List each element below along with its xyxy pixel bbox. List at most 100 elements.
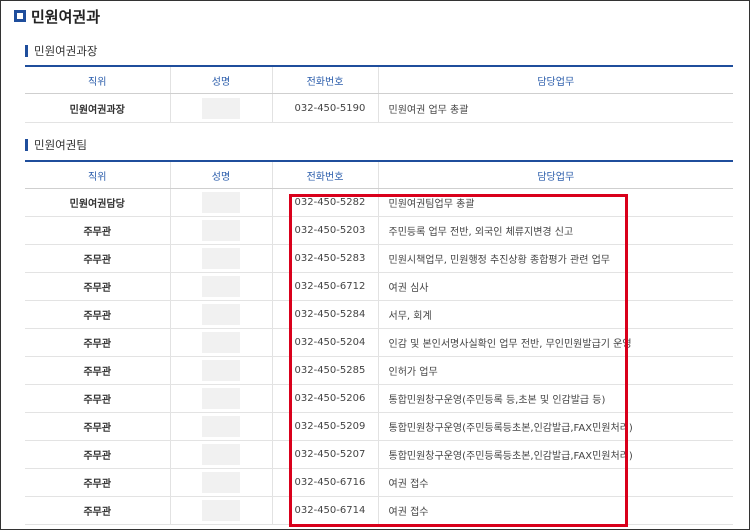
redacted-name (202, 332, 240, 353)
table-row: 주무관 032-450-5285 인허가 업무 (25, 356, 733, 385)
phone-cell: 032-450-5283 (271, 244, 378, 273)
duty-cell: 민원여권 업무 총괄 (377, 93, 733, 123)
position-cell: 민원여권과장 (25, 93, 170, 123)
phone-cell: 032-450-5207 (271, 440, 378, 469)
page-frame: 민원여권과 민원여권과장 직위 성명 전화번호 담당업무 민원여권과장 032-… (0, 0, 750, 530)
position-cell: 주무관 (25, 468, 170, 497)
table-row: 주무관 032-450-5204 인감 및 본인서명사실확인 업무 전반, 무인… (25, 328, 733, 357)
redacted-name (202, 500, 240, 521)
name-cell (169, 216, 272, 245)
duty-cell: 통합민원창구운영(주민등록등초본,인감발급,FAX민원처리) (377, 412, 733, 441)
phone-cell: 032-450-5284 (271, 300, 378, 329)
phone-cell: 032-450-5209 (271, 412, 378, 441)
position-cell: 주무관 (25, 356, 170, 385)
square-bullet-icon (14, 10, 26, 22)
section-heading-text: 민원여권과장 (34, 44, 98, 58)
page-title-text: 민원여권과 (31, 7, 101, 26)
col-header-name: 성명 (169, 66, 272, 94)
redacted-name (202, 97, 240, 119)
director-table: 직위 성명 전화번호 담당업무 민원여권과장 032-450-5190 민원여권… (25, 65, 733, 123)
page-title: 민원여권과 (14, 6, 100, 26)
redacted-name (202, 248, 240, 269)
col-header-position: 직위 (25, 66, 170, 94)
table-header-row: 직위 성명 전화번호 담당업무 (25, 66, 733, 94)
table-row: 민원여권담당 032-450-5282 민원여권팀업무 총괄 (25, 188, 733, 217)
heading-bar-icon (25, 45, 28, 57)
position-cell: 주무관 (25, 300, 170, 329)
section-heading-team: 민원여권팀 (25, 137, 87, 153)
duty-cell: 통합민원창구운영(주민등록 등,초본 및 인감발급 등) (377, 384, 733, 413)
section-heading-director: 민원여권과장 (25, 43, 97, 59)
redacted-name (202, 416, 240, 437)
col-header-name: 성명 (169, 161, 272, 189)
phone-cell: 032-450-5282 (271, 188, 378, 217)
table-row: 주무관 032-450-5203 주민등록 업무 전반, 외국인 체류지변경 신… (25, 216, 733, 245)
duty-cell: 여권 접수 (377, 468, 733, 497)
duty-cell: 여권 접수 (377, 496, 733, 525)
position-cell: 주무관 (25, 440, 170, 469)
redacted-name (202, 220, 240, 241)
name-cell (169, 384, 272, 413)
redacted-name (202, 304, 240, 325)
name-cell (169, 93, 272, 123)
position-cell: 주무관 (25, 272, 170, 301)
table-header-row: 직위 성명 전화번호 담당업무 (25, 161, 733, 189)
table-row: 주무관 032-450-5283 민원시책업무, 민원행정 추진상황 종합평가 … (25, 244, 733, 273)
position-cell: 민원여권담당 (25, 188, 170, 217)
name-cell (169, 272, 272, 301)
position-cell: 주무관 (25, 384, 170, 413)
table-row: 주무관 032-450-5206 통합민원창구운영(주민등록 등,초본 및 인감… (25, 384, 733, 413)
duty-cell: 민원시책업무, 민원행정 추진상황 종합평가 관련 업무 (377, 244, 733, 273)
position-cell: 주무관 (25, 412, 170, 441)
col-header-duty: 담당업무 (377, 161, 733, 189)
redacted-name (202, 276, 240, 297)
table-row: 주무관 032-450-6714 여권 접수 (25, 496, 733, 525)
col-header-phone: 전화번호 (271, 66, 378, 94)
duty-cell: 인감 및 본인서명사실확인 업무 전반, 무인민원발급기 운영 (377, 328, 733, 357)
phone-cell: 032-450-5190 (271, 93, 378, 123)
table-row: 주무관 032-450-5209 통합민원창구운영(주민등록등초본,인감발급,F… (25, 412, 733, 441)
name-cell (169, 300, 272, 329)
phone-cell: 032-450-6714 (271, 496, 378, 525)
col-header-phone: 전화번호 (271, 161, 378, 189)
duty-cell: 인허가 업무 (377, 356, 733, 385)
table-row: 주무관 032-450-6716 여권 접수 (25, 468, 733, 497)
name-cell (169, 328, 272, 357)
duty-cell: 서무, 회계 (377, 300, 733, 329)
phone-cell: 032-450-6716 (271, 468, 378, 497)
table-row: 주무관 032-450-6712 여권 심사 (25, 272, 733, 301)
name-cell (169, 496, 272, 525)
col-header-position: 직위 (25, 161, 170, 189)
phone-cell: 032-450-5203 (271, 216, 378, 245)
duty-cell: 주민등록 업무 전반, 외국인 체류지변경 신고 (377, 216, 733, 245)
redacted-name (202, 388, 240, 409)
duty-cell: 여권 심사 (377, 272, 733, 301)
name-cell (169, 244, 272, 273)
position-cell: 주무관 (25, 244, 170, 273)
table-row: 주무관 032-450-5284 서무, 회계 (25, 300, 733, 329)
position-cell: 주무관 (25, 496, 170, 525)
redacted-name (202, 444, 240, 465)
phone-cell: 032-450-6712 (271, 272, 378, 301)
name-cell (169, 468, 272, 497)
duty-cell: 민원여권팀업무 총괄 (377, 188, 733, 217)
phone-cell: 032-450-5204 (271, 328, 378, 357)
section-heading-text: 민원여권팀 (34, 138, 87, 152)
redacted-name (202, 360, 240, 381)
table-row: 민원여권과장 032-450-5190 민원여권 업무 총괄 (25, 93, 733, 123)
heading-bar-icon (25, 139, 28, 151)
name-cell (169, 412, 272, 441)
duty-cell: 통합민원창구운영(주민등록등초본,인감발급,FAX민원처리) (377, 440, 733, 469)
name-cell (169, 440, 272, 469)
redacted-name (202, 472, 240, 493)
phone-cell: 032-450-5206 (271, 384, 378, 413)
position-cell: 주무관 (25, 216, 170, 245)
name-cell (169, 356, 272, 385)
position-cell: 주무관 (25, 328, 170, 357)
team-table: 직위 성명 전화번호 담당업무 민원여권담당 032-450-5282 민원여권… (25, 160, 733, 525)
col-header-duty: 담당업무 (377, 66, 733, 94)
name-cell (169, 188, 272, 217)
phone-cell: 032-450-5285 (271, 356, 378, 385)
table-row: 주무관 032-450-5207 통합민원창구운영(주민등록등초본,인감발급,F… (25, 440, 733, 469)
redacted-name (202, 192, 240, 213)
